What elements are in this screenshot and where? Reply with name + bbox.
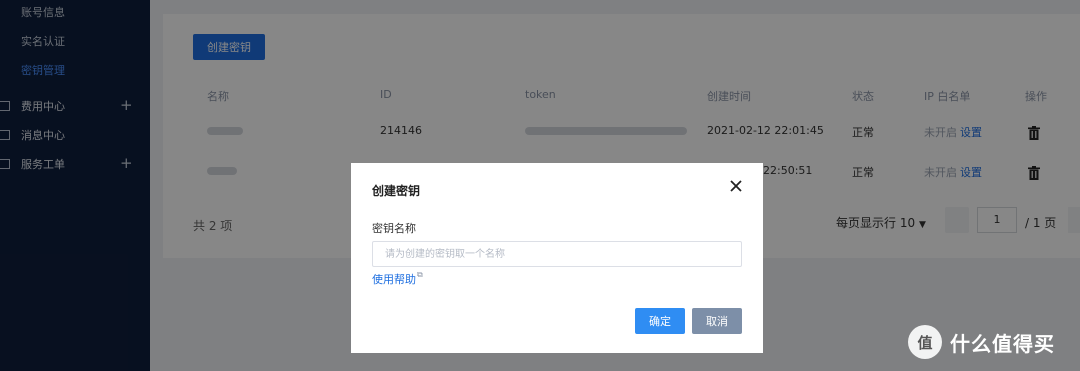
watermark-logo-icon: 值 <box>908 325 942 359</box>
close-icon[interactable] <box>729 179 743 193</box>
watermark-logo-text: 值 <box>917 333 933 352</box>
watermark: 值 什么值得买 <box>908 325 1055 359</box>
create-key-dialog: 创建密钥 密钥名称 使用帮助 ⧉ 确定 取消 <box>351 163 763 353</box>
external-link-icon: ⧉ <box>417 270 423 279</box>
key-name-label: 密钥名称 <box>372 222 416 235</box>
confirm-button[interactable]: 确定 <box>635 308 685 334</box>
cancel-button[interactable]: 取消 <box>692 308 742 334</box>
key-name-input[interactable] <box>372 241 742 267</box>
dialog-title: 创建密钥 <box>372 184 421 198</box>
watermark-text: 什么值得买 <box>950 331 1055 356</box>
help-link[interactable]: 使用帮助 <box>372 271 416 287</box>
